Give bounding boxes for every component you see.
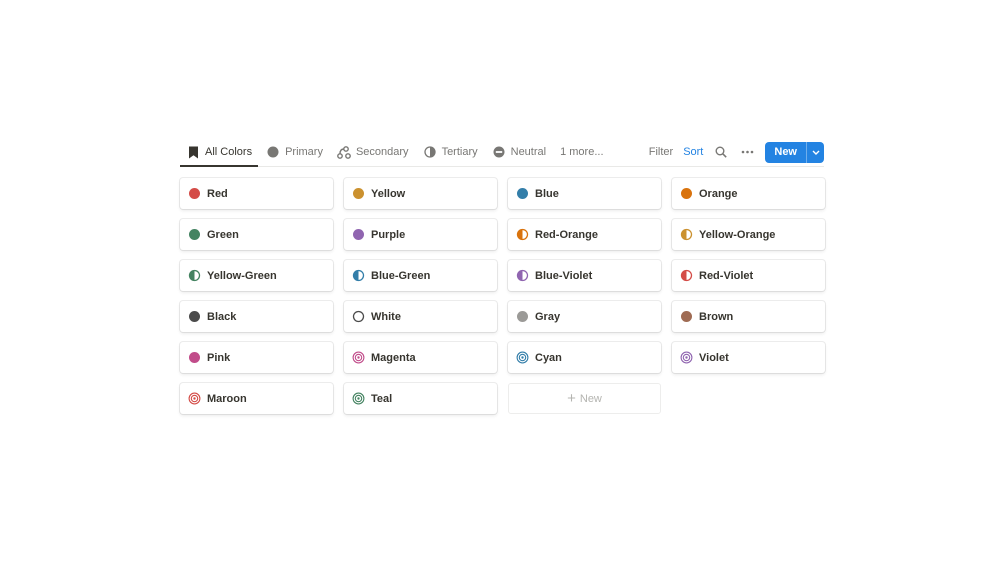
color-card-blue-green[interactable]: Blue-Green [344, 260, 497, 291]
color-card-yellow-orange[interactable]: Yellow-Orange [672, 219, 825, 250]
tab-label: All Colors [205, 146, 253, 158]
tab-all-colors[interactable]: All Colors [180, 138, 259, 167]
chevron-down-icon[interactable] [806, 141, 824, 163]
new-button[interactable]: New [765, 142, 806, 163]
tab-neutral[interactable]: Neutral [486, 138, 552, 166]
card-title: Brown [699, 310, 734, 323]
card-title: Yellow [371, 187, 406, 200]
filled-circle-icon [352, 187, 365, 200]
card-title: White [371, 310, 401, 323]
card-title: Gray [535, 310, 561, 323]
card-title: Red-Orange [535, 228, 598, 241]
card-title: Black [207, 310, 237, 323]
filled-circle-icon [188, 228, 201, 241]
half-circle-icon [680, 228, 693, 241]
view-actions: Filter Sort New [639, 138, 824, 166]
card-title: Purple [371, 228, 406, 241]
filled-circle-icon [188, 351, 201, 364]
filled-circle-icon [680, 187, 693, 200]
tab-tertiary[interactable]: Tertiary [417, 138, 484, 166]
color-card-violet[interactable]: Violet [672, 342, 825, 373]
target-icon [516, 351, 529, 364]
card-title: Maroon [207, 392, 247, 405]
view-tabs: All Colors Primary Secondary Tertiary Ne… [180, 138, 612, 167]
half-circle-icon [423, 145, 437, 159]
circle-icon [266, 145, 280, 159]
card-title: Cyan [535, 351, 562, 364]
tab-label: Primary [285, 146, 323, 158]
color-card-red-violet[interactable]: Red-Violet [672, 260, 825, 291]
color-card-black[interactable]: Black [180, 301, 333, 332]
color-card-blue[interactable]: Blue [508, 178, 661, 209]
bookmark-icon [186, 145, 200, 159]
color-card-red-orange[interactable]: Red-Orange [508, 219, 661, 250]
filled-circle-icon [516, 310, 529, 323]
card-title: Orange [699, 187, 738, 200]
color-card-maroon[interactable]: Maroon [180, 383, 333, 414]
card-title: Green [207, 228, 239, 241]
target-icon [680, 351, 693, 364]
color-card-magenta[interactable]: Magenta [344, 342, 497, 373]
tab-primary[interactable]: Primary [260, 138, 329, 166]
color-card-teal[interactable]: Teal [344, 383, 497, 414]
add-new-label: New [579, 392, 602, 405]
card-title: Red [207, 187, 228, 200]
new-button-group: New [765, 141, 824, 163]
card-title: Blue [535, 187, 559, 200]
card-title: Teal [371, 392, 393, 405]
half-circle-icon [516, 228, 529, 241]
target-icon [352, 392, 365, 405]
half-circle-icon [352, 269, 365, 282]
tab-label: Secondary [355, 146, 409, 158]
add-new-card-button[interactable]: + New [508, 383, 661, 414]
card-title: Violet [699, 351, 729, 364]
color-card-green[interactable]: Green [180, 219, 333, 250]
color-card-brown[interactable]: Brown [672, 301, 825, 332]
color-card-blue-violet[interactable]: Blue-Violet [508, 260, 661, 291]
more-options-icon[interactable] [739, 144, 755, 160]
half-circle-icon [188, 269, 201, 282]
filled-circle-icon [352, 228, 365, 241]
plus-icon: + [567, 390, 576, 407]
color-card-yellow[interactable]: Yellow [344, 178, 497, 209]
filled-circle-icon [680, 310, 693, 323]
gallery-grid: Red Yellow Blue Orange Green Purple Red-Orange… [180, 178, 825, 414]
half-circle-icon [516, 269, 529, 282]
tab-label: Tertiary [441, 146, 478, 158]
tab-secondary[interactable]: Secondary [331, 138, 415, 166]
card-title: Blue-Violet [535, 269, 593, 282]
half-circle-icon [680, 269, 693, 282]
filled-circle-icon [188, 187, 201, 200]
sort-button[interactable]: Sort [683, 146, 703, 158]
color-card-yellow-green[interactable]: Yellow-Green [180, 260, 333, 291]
card-title: Magenta [371, 351, 416, 364]
filter-button[interactable]: Filter [649, 146, 673, 158]
target-icon [352, 351, 365, 364]
color-card-gray[interactable]: Gray [508, 301, 661, 332]
tab-label: Neutral [510, 146, 547, 158]
color-card-pink[interactable]: Pink [180, 342, 333, 373]
color-card-cyan[interactable]: Cyan [508, 342, 661, 373]
tab-more[interactable]: 1 more... [554, 138, 609, 166]
empty-circle-icon [352, 310, 365, 323]
card-title: Blue-Green [371, 269, 431, 282]
view-toolbar: All Colors Primary Secondary Tertiary Ne… [180, 138, 824, 167]
more-tabs-label: 1 more... [560, 146, 604, 158]
filled-circle-icon [188, 310, 201, 323]
color-card-white[interactable]: White [344, 301, 497, 332]
minus-circle-icon [492, 145, 506, 159]
color-card-red[interactable]: Red [180, 178, 333, 209]
card-title: Yellow-Orange [699, 228, 776, 241]
search-icon[interactable] [713, 144, 729, 160]
nodes-icon [337, 145, 351, 159]
card-title: Red-Violet [699, 269, 754, 282]
target-icon [188, 392, 201, 405]
card-title: Yellow-Green [207, 269, 277, 282]
card-title: Pink [207, 351, 231, 364]
color-card-purple[interactable]: Purple [344, 219, 497, 250]
filled-circle-icon [516, 187, 529, 200]
color-card-orange[interactable]: Orange [672, 178, 825, 209]
database-view: All Colors Primary Secondary Tertiary Ne… [180, 138, 825, 414]
